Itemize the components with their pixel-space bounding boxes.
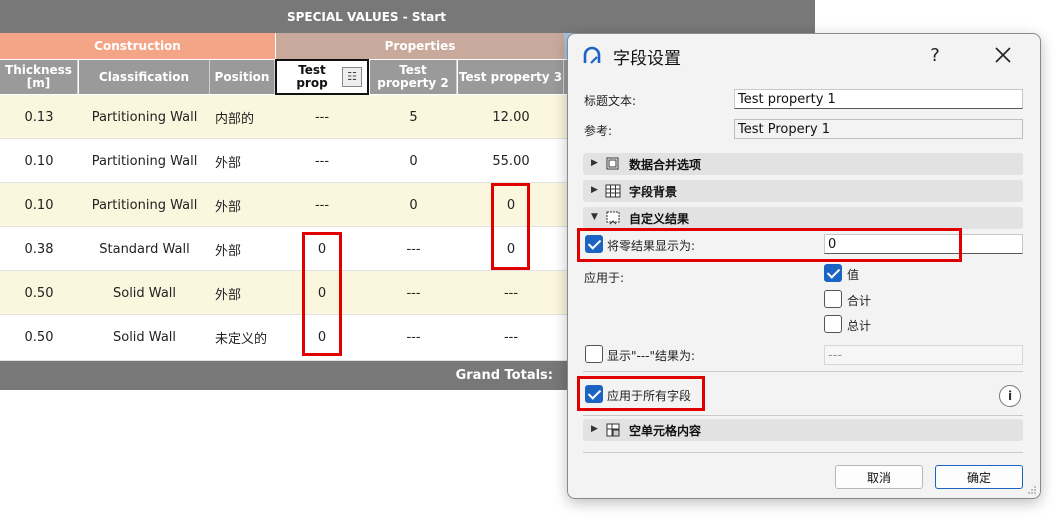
header-text-input[interactable]: Test property 1	[734, 89, 1023, 109]
highlight-box	[491, 183, 530, 270]
info-icon[interactable]: i	[999, 385, 1021, 407]
reference-label: 参考:	[584, 124, 613, 138]
cell-classification: Solid Wall	[112, 285, 177, 301]
highlight-box	[577, 376, 705, 411]
section-empty-cell-label: 空单元格内容	[629, 424, 702, 438]
close-icon[interactable]	[988, 40, 1018, 70]
resize-grip-icon[interactable]	[1027, 485, 1037, 495]
custom-result-icon	[606, 211, 620, 225]
section-empty-cell[interactable]: ▶ 空单元格内容	[583, 419, 1023, 441]
column-header-test-prop-label: Test prop	[296, 63, 328, 90]
group-header-properties: Properties	[276, 33, 564, 59]
cell-test-property-2: ---	[406, 329, 421, 345]
show-dash-checkbox[interactable]	[585, 345, 603, 363]
highlight-box	[577, 228, 962, 262]
cell-test-property-2: 0	[409, 153, 418, 169]
field-settings-dialog: 字段设置 ? 标题文本: Test property 1 参考: Test Pr…	[567, 33, 1041, 499]
cell-thickness: 0.50	[24, 329, 54, 345]
cell-test-property-2: ---	[406, 285, 421, 301]
cell-thickness: 0.10	[24, 153, 54, 169]
column-header-test-property-3[interactable]: Test property 3	[458, 60, 564, 94]
collapse-triangle-icon: ▼	[591, 212, 598, 222]
apply-total-checkbox[interactable]	[824, 315, 842, 333]
column-header-test-prop[interactable]: Test prop ☷	[275, 59, 369, 95]
column-header-test-property-2[interactable]: Test property 2	[370, 60, 457, 94]
divider	[583, 415, 1023, 416]
apply-value-label: 值	[847, 268, 860, 282]
dialog-title: 字段设置	[613, 49, 681, 69]
divider	[583, 371, 1023, 372]
cell-thickness: 0.38	[24, 241, 54, 257]
apply-value-checkbox[interactable]	[824, 264, 842, 282]
cell-position: 内部的	[215, 111, 255, 127]
merge-icon	[606, 157, 619, 170]
cancel-button[interactable]: 取消	[835, 465, 923, 489]
cell-test-property-2: 5	[409, 109, 418, 125]
expand-triangle-icon: ▶	[591, 424, 598, 434]
section-field-background[interactable]: ▶ 字段背景	[583, 180, 1023, 202]
column-header-position[interactable]: Position	[210, 60, 275, 94]
section-merge-options[interactable]: ▶ 数据合并选项	[583, 153, 1023, 175]
cell-thickness: 0.13	[24, 109, 54, 125]
section-custom-result-label: 自定义结果	[629, 212, 690, 226]
apply-subtotal-checkbox[interactable]	[824, 290, 842, 308]
apply-subtotal-label: 合计	[847, 294, 872, 308]
cell-test-property-2: 0	[409, 197, 418, 213]
show-dash-label: 显示"---"结果为:	[607, 349, 696, 363]
highlight-box	[302, 232, 342, 356]
grand-totals-label: Grand Totals:	[455, 368, 553, 383]
cell-classification: Partitioning Wall	[91, 109, 198, 125]
cell-classification: Standard Wall	[99, 241, 190, 257]
dialog-title-bar[interactable]: 字段设置 ?	[568, 34, 1040, 76]
cell-position: 外部	[215, 155, 242, 171]
cell-test-prop: ---	[314, 153, 330, 169]
cell-thickness: 0.50	[24, 285, 54, 301]
empty-cell-icon	[606, 423, 620, 437]
cell-test-property-3: 12.00	[492, 109, 530, 125]
cell-position: 外部	[215, 243, 242, 259]
cell-position: 未定义的	[215, 331, 268, 347]
cell-position: 外部	[215, 199, 242, 215]
cell-classification: Solid Wall	[112, 329, 177, 345]
reference-field: Test Propery 1	[734, 119, 1023, 139]
column-header-classification[interactable]: Classification	[79, 60, 210, 94]
header-text-label: 标题文本:	[584, 94, 637, 108]
cell-test-prop: ---	[314, 109, 330, 125]
section-custom-result[interactable]: ▼ 自定义结果	[583, 207, 1023, 229]
expand-triangle-icon: ▶	[591, 185, 598, 195]
ok-button[interactable]: 确定	[935, 465, 1023, 489]
cell-thickness: 0.10	[24, 197, 54, 213]
schedule-title: SPECIAL VALUES - Start	[0, 0, 815, 33]
cell-test-property-3: ---	[503, 285, 519, 301]
apply-total-label: 总计	[847, 319, 872, 333]
section-merge-label: 数据合并选项	[629, 158, 702, 172]
group-header-construction: Construction	[0, 33, 275, 59]
column-header-thickness[interactable]: Thickness [m]	[0, 60, 78, 94]
app-logo-icon	[583, 46, 601, 64]
cell-test-prop: ---	[314, 197, 330, 213]
expand-triangle-icon: ▶	[591, 158, 598, 168]
cell-classification: Partitioning Wall	[91, 197, 198, 213]
section-background-label: 字段背景	[629, 185, 678, 199]
help-icon[interactable]: ?	[920, 40, 950, 70]
grid-icon	[605, 184, 621, 198]
cell-test-property-3: 55.00	[492, 153, 530, 169]
cell-test-property-3: ---	[503, 329, 519, 345]
cell-position: 外部	[215, 287, 242, 303]
show-dash-input[interactable]: ---	[824, 345, 1023, 365]
cell-test-property-2: ---	[406, 241, 421, 257]
divider	[583, 452, 1023, 453]
cell-classification: Partitioning Wall	[91, 153, 198, 169]
field-settings-icon[interactable]: ☷	[342, 67, 362, 87]
apply-to-label: 应用于:	[584, 271, 625, 285]
